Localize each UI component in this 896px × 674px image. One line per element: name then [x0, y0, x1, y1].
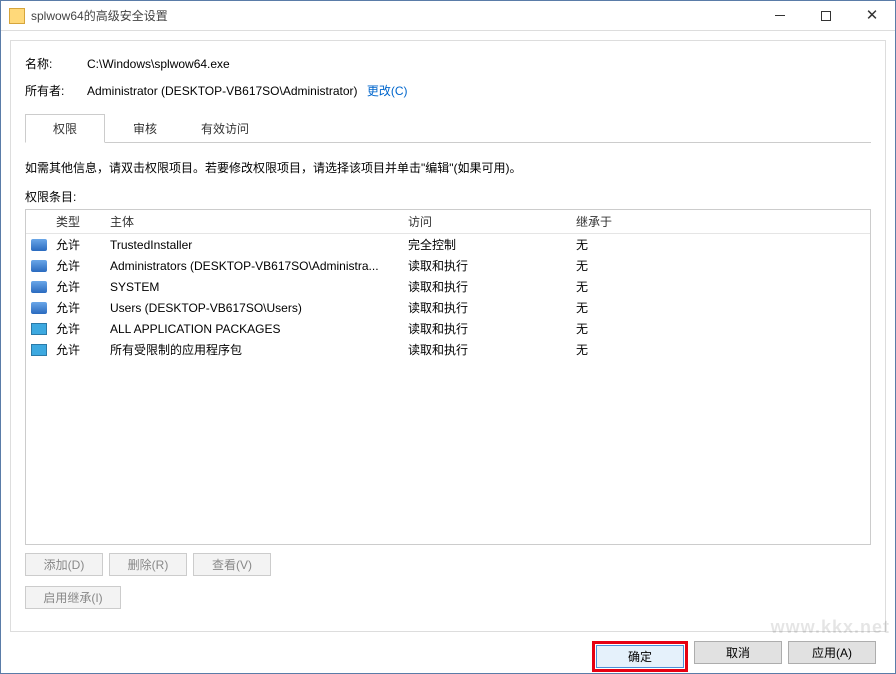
col-access[interactable]: 访问	[404, 213, 572, 230]
dialog-footer: 确定 取消 应用(A)	[10, 632, 886, 672]
cell-inherited: 无	[572, 299, 870, 316]
table-row[interactable]: 允许SYSTEM读取和执行无	[26, 276, 870, 297]
maximize-button[interactable]	[803, 1, 849, 30]
cell-inherited: 无	[572, 236, 870, 253]
close-icon: ✕	[866, 8, 879, 23]
cell-access: 读取和执行	[404, 341, 572, 358]
apply-button[interactable]: 应用(A)	[788, 641, 876, 664]
ok-button[interactable]: 确定	[596, 645, 684, 668]
cell-access: 读取和执行	[404, 299, 572, 316]
principal-icon	[31, 260, 47, 272]
principal-icon	[31, 323, 47, 335]
col-type[interactable]: 类型	[52, 213, 106, 230]
owner-value: Administrator (DESKTOP-VB617SO\Administr…	[87, 82, 871, 99]
cancel-button[interactable]: 取消	[694, 641, 782, 664]
cell-access: 读取和执行	[404, 278, 572, 295]
grid-header: 类型 主体 访问 继承于	[26, 210, 870, 234]
cell-principal: TrustedInstaller	[106, 238, 404, 252]
minimize-button[interactable]	[757, 1, 803, 30]
name-label: 名称:	[25, 55, 87, 72]
window-folder-icon	[9, 8, 25, 24]
view-button[interactable]: 查看(V)	[193, 553, 271, 576]
close-button[interactable]: ✕	[849, 1, 895, 30]
tab-effective-access[interactable]: 有效访问	[185, 114, 265, 143]
cell-type: 允许	[52, 236, 106, 253]
cell-inherited: 无	[572, 257, 870, 274]
main-panel: 名称: C:\Windows\splwow64.exe 所有者: Adminis…	[10, 40, 886, 632]
table-row[interactable]: 允许所有受限制的应用程序包读取和执行无	[26, 339, 870, 360]
cell-principal: SYSTEM	[106, 280, 404, 294]
col-inherited[interactable]: 继承于	[572, 213, 870, 230]
cell-principal: Administrators (DESKTOP-VB617SO\Administ…	[106, 259, 404, 273]
window-title: splwow64的高级安全设置	[31, 7, 757, 24]
col-principal[interactable]: 主体	[106, 213, 404, 230]
cell-principal: 所有受限制的应用程序包	[106, 341, 404, 358]
cell-access: 完全控制	[404, 236, 572, 253]
table-row[interactable]: 允许Administrators (DESKTOP-VB617SO\Admini…	[26, 255, 870, 276]
tab-audit[interactable]: 审核	[105, 114, 185, 143]
permissions-grid[interactable]: 类型 主体 访问 继承于 允许TrustedInstaller完全控制无允许Ad…	[25, 209, 871, 545]
cell-principal: ALL APPLICATION PACKAGES	[106, 322, 404, 336]
cell-type: 允许	[52, 299, 106, 316]
tab-permissions[interactable]: 权限	[25, 114, 105, 143]
cell-type: 允许	[52, 278, 106, 295]
change-owner-link[interactable]: 更改(C)	[367, 84, 408, 98]
cell-inherited: 无	[572, 341, 870, 358]
enable-inheritance-button[interactable]: 启用继承(I)	[25, 586, 121, 609]
name-value: C:\Windows\splwow64.exe	[87, 57, 871, 71]
ok-highlight: 确定	[592, 641, 688, 672]
add-button[interactable]: 添加(D)	[25, 553, 103, 576]
cell-type: 允许	[52, 257, 106, 274]
cell-inherited: 无	[572, 320, 870, 337]
cell-type: 允许	[52, 320, 106, 337]
entries-label: 权限条目:	[25, 188, 871, 205]
system-buttons: ✕	[757, 1, 895, 30]
minimize-icon	[775, 15, 785, 16]
cell-access: 读取和执行	[404, 320, 572, 337]
cell-principal: Users (DESKTOP-VB617SO\Users)	[106, 301, 404, 315]
remove-button[interactable]: 删除(R)	[109, 553, 187, 576]
principal-icon	[31, 239, 47, 251]
table-row[interactable]: 允许ALL APPLICATION PACKAGES读取和执行无	[26, 318, 870, 339]
owner-text: Administrator (DESKTOP-VB617SO\Administr…	[87, 84, 358, 98]
table-row[interactable]: 允许Users (DESKTOP-VB617SO\Users)读取和执行无	[26, 297, 870, 318]
maximize-icon	[821, 11, 831, 21]
principal-icon	[31, 344, 47, 356]
owner-label: 所有者:	[25, 82, 87, 99]
hint-text: 如需其他信息，请双击权限项目。若要修改权限项目，请选择该项目并单击"编辑"(如果…	[25, 159, 871, 176]
cell-type: 允许	[52, 341, 106, 358]
tab-bar: 权限 审核 有效访问	[25, 113, 871, 143]
cell-access: 读取和执行	[404, 257, 572, 274]
principal-icon	[31, 302, 47, 314]
cell-inherited: 无	[572, 278, 870, 295]
principal-icon	[31, 281, 47, 293]
table-row[interactable]: 允许TrustedInstaller完全控制无	[26, 234, 870, 255]
title-bar: splwow64的高级安全设置 ✕	[1, 1, 895, 31]
